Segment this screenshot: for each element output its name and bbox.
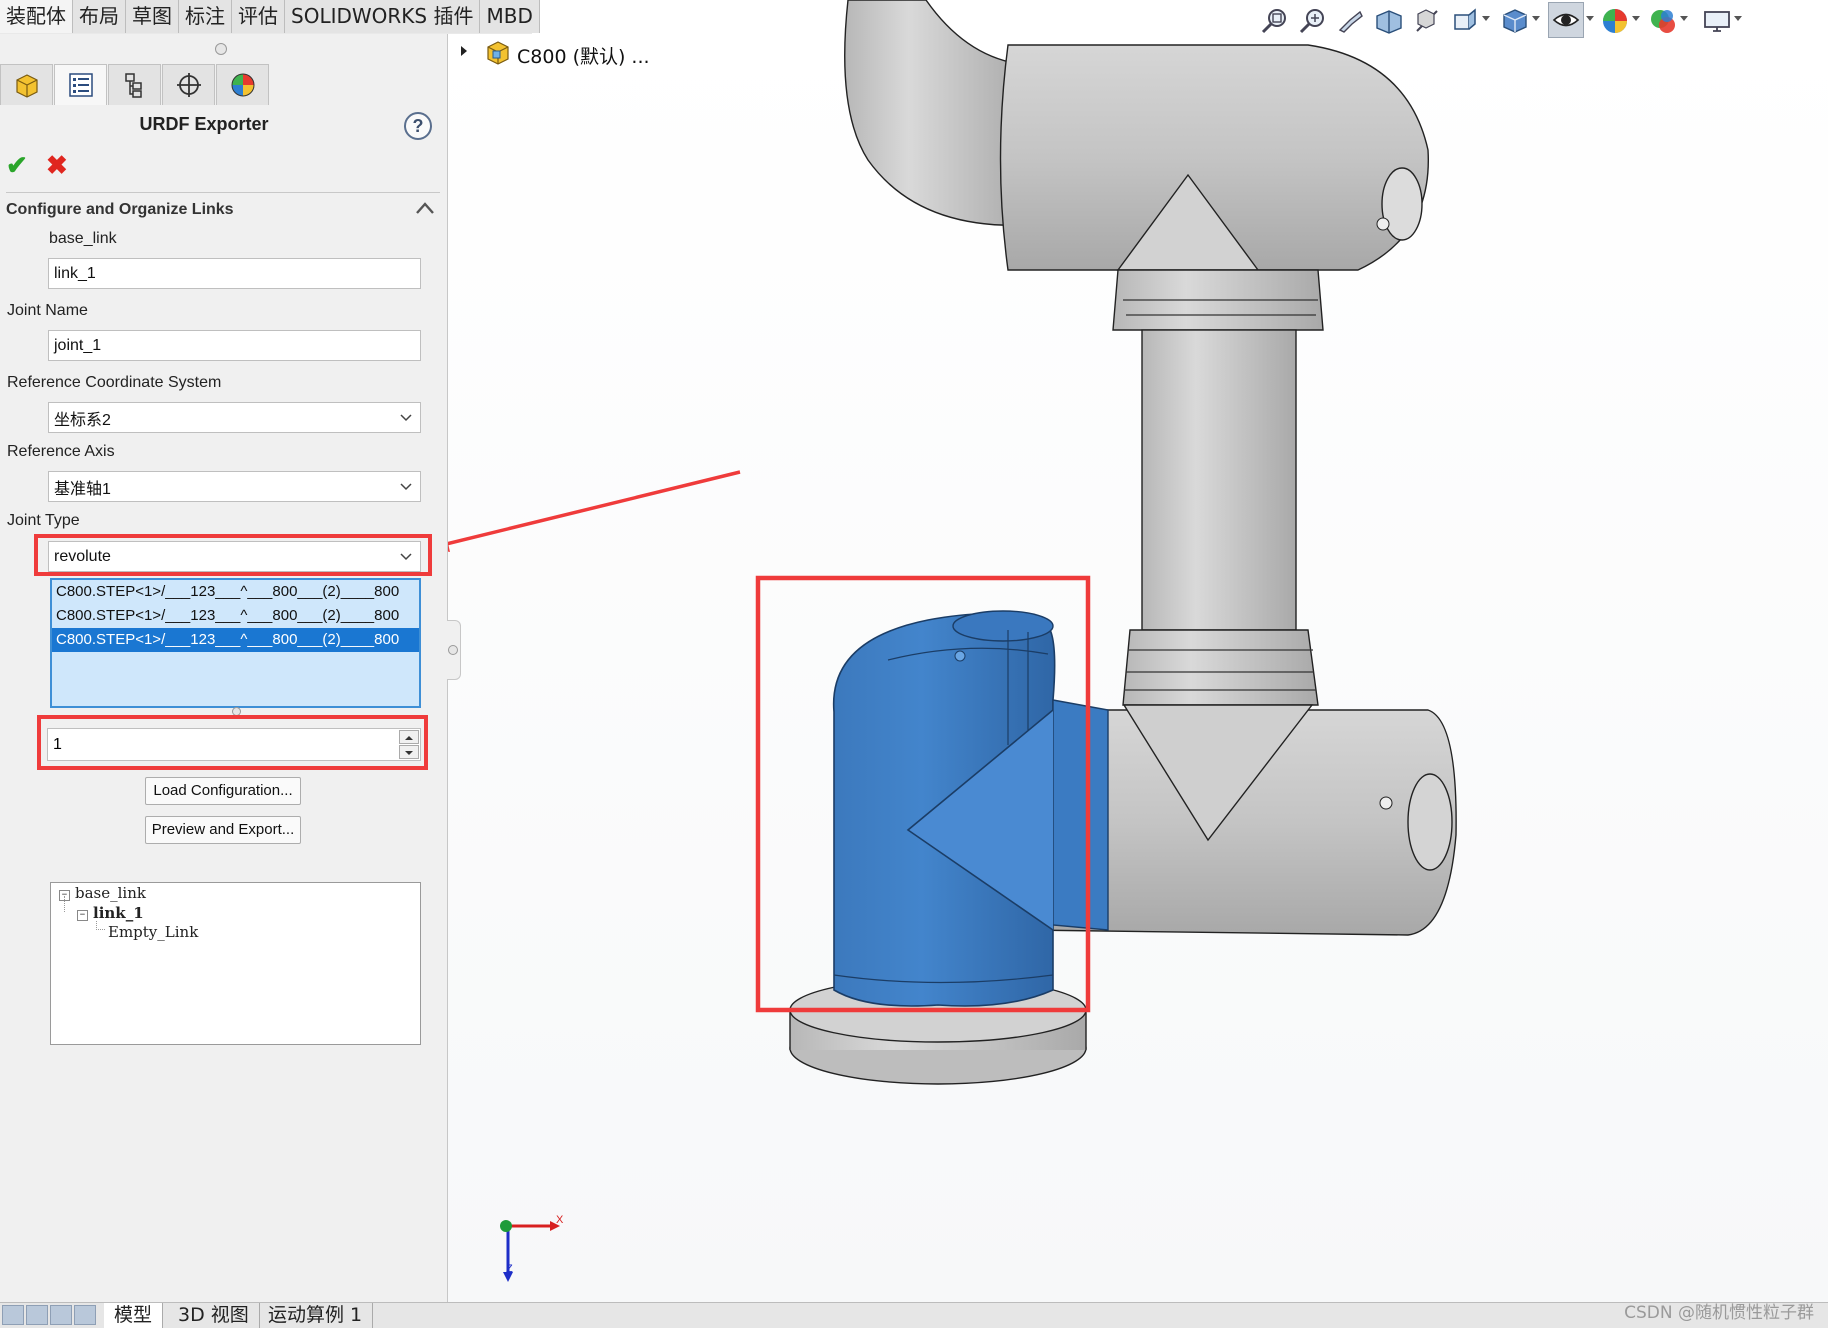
tab-3d-view[interactable]: 3D 视图 [168,1303,260,1328]
first-tab-arrow-icon[interactable] [2,1305,24,1325]
next-tab-arrow-icon[interactable] [50,1305,72,1325]
upper-joint-cap [1381,167,1423,241]
triad-z-label: Z [506,1263,513,1275]
tree-connector [96,921,105,930]
tab-evaluate[interactable]: 评估 [232,0,285,33]
reference-coordinate-select[interactable]: 坐标系2 [48,402,421,433]
reference-coordinate-label: Reference Coordinate System [7,374,222,391]
cancel-x-icon[interactable]: ✖ [46,150,68,181]
collapse-chevron-up-icon[interactable] [414,199,436,217]
tab-assembly[interactable]: 装配体 [0,0,73,33]
list-item[interactable]: C800.STEP<1>/___123___^___800___(2)____8… [52,580,419,604]
annotation-highlight-joint-type [34,534,432,576]
link-name-value: link_1 [54,264,96,282]
preview-and-export-button[interactable]: Preview and Export... [145,816,301,844]
chevron-down-icon [400,413,412,421]
panel-splitter-handle[interactable] [215,43,227,55]
color-sphere-icon [231,73,254,97]
link-name-label: base_link [49,230,117,247]
forearm-link [1141,329,1297,631]
tab-layout[interactable]: 布局 [73,0,126,33]
feature-manager-tab[interactable] [0,64,53,105]
tab-sketch[interactable]: 草图 [126,0,179,33]
annotation-highlight-spinbox [37,715,428,770]
tree-node-empty-link[interactable]: Empty_Link [108,923,198,941]
help-icon[interactable]: ? [404,112,432,140]
link-name-field[interactable]: link_1 [48,258,421,289]
panel-title: URDF Exporter [139,114,269,134]
property-manager-tab[interactable] [54,64,107,105]
joint-name-label: Joint Name [7,302,88,319]
configuration-tree-icon [124,73,142,98]
joint-name-value: joint_1 [54,336,102,354]
previous-tab-arrow-icon[interactable] [26,1305,48,1325]
triad-x-label: X [556,1214,564,1226]
robot-arm-model[interactable] [448,0,1828,1302]
chevron-down-icon [400,482,412,490]
reference-axis-label: Reference Axis [7,443,115,460]
section-title: Configure and Organize Links [6,201,234,218]
manager-tabs [0,64,294,105]
ok-checkmark-icon[interactable]: ✔ [6,150,28,181]
link-tree-view[interactable]: − base_link − link_1 Empty_Link [50,882,421,1045]
joint-type-label: Joint Type [7,512,80,529]
assembly-tree-icon [15,74,38,98]
tree-connector [64,896,66,912]
tab-model[interactable]: 模型 [104,1303,164,1328]
joint-name-field[interactable]: joint_1 [48,330,421,361]
property-list-icon [68,73,93,97]
base-link-side [1052,699,1109,931]
reference-axis-select[interactable]: 基准轴1 [48,471,421,502]
base-link-top-cap [952,610,1054,642]
divider [6,192,440,193]
reference-coordinate-value: 坐标系2 [54,411,111,429]
annotation-arrow-line [448,470,741,546]
display-manager-tab[interactable] [216,64,269,105]
list-item-selected[interactable]: C800.STEP<1>/___123___^___800___(2)____8… [52,628,419,652]
component-selection-list[interactable]: C800.STEP<1>/___123___^___800___(2)____8… [50,578,421,708]
last-tab-arrow-icon[interactable] [74,1305,96,1325]
shoulder-cap [1407,773,1453,871]
configuration-manager-tab[interactable] [108,64,161,105]
load-configuration-button[interactable]: Load Configuration... [145,777,301,805]
collapse-node-icon[interactable]: − [77,910,88,921]
crosshair-icon [176,73,201,97]
list-item[interactable]: C800.STEP<1>/___123___^___800___(2)____8… [52,604,419,628]
lower-collar [1122,629,1319,706]
tree-node-base-link[interactable]: base_link [75,884,146,902]
dimxpert-manager-tab[interactable] [162,64,215,105]
tab-motion-study-1[interactable]: 运动算例 1 [258,1303,374,1328]
tab-markup[interactable]: 标注 [179,0,232,33]
reference-axis-value: 基准轴1 [54,480,111,498]
watermark-text: CSDN @随机惯性粒子群 [1624,1303,1814,1323]
tree-node-link-1[interactable]: link_1 [93,904,144,922]
bottom-tab-bar: 模型 3D 视图 运动算例 1 [0,1302,1828,1328]
